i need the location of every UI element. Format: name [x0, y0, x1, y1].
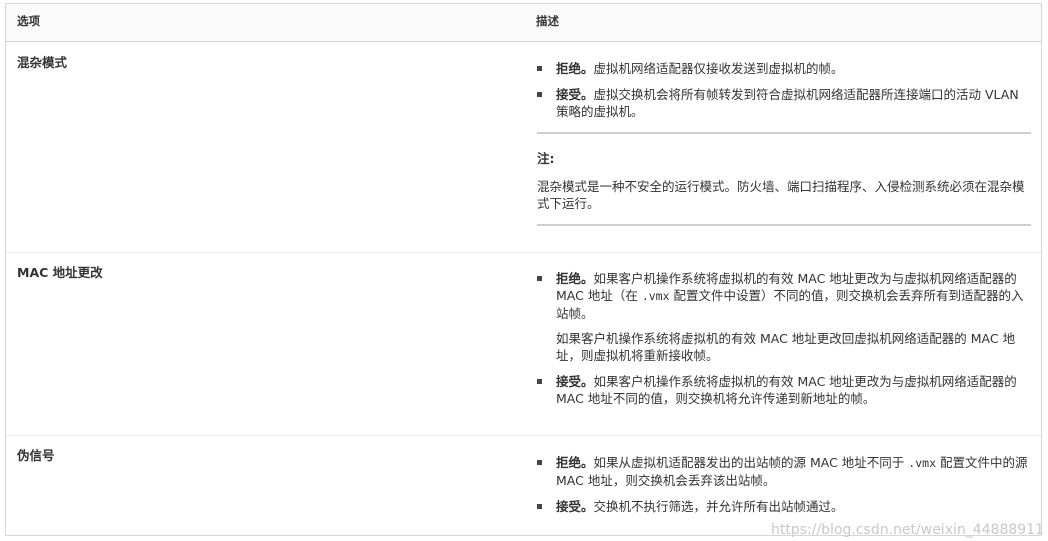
bullet-text: 虚拟机网络适配器仅接收发送到虚拟机的帧。 [593, 61, 844, 76]
bullet-text: 虚拟交换机会将所有帧转发到符合虚拟机网络适配器所连接端口的活动 VLAN 策略的… [556, 87, 1019, 119]
reject-label: 拒绝。 [556, 455, 594, 470]
reject-label: 拒绝。 [556, 271, 594, 286]
options-table: 选项 描述 混杂模式 拒绝。虚拟机网络适配器仅接收发送到虚拟机的帧。 接受。虚拟… [5, 3, 1042, 536]
list-item: 接受。交换机不执行筛选，并允许所有出站帧通过。 [537, 498, 1034, 515]
bullet-text: 如果客户机操作系统将虚拟机的有效 MAC 地址更改为与虚拟机网络适配器的 MAC… [556, 374, 1017, 406]
list-item: 拒绝。虚拟机网络适配器仅接收发送到虚拟机的帧。 [537, 60, 1034, 77]
watermark: https://blog.csdn.net/weixin_44888911 [770, 522, 1044, 538]
reject-label: 拒绝。 [556, 61, 594, 76]
list-item: 拒绝。如果从虚拟机适配器发出的出站帧的源 MAC 地址不同于 .vmx 配置文件… [537, 454, 1034, 489]
bullet-icon [537, 504, 542, 509]
bullet-text: 交换机不执行筛选，并允许所有出站帧通过。 [593, 499, 844, 514]
accept-label: 接受。 [556, 87, 594, 102]
list-item: 接受。如果客户机操作系统将虚拟机的有效 MAC 地址更改为与虚拟机网络适配器的 … [537, 373, 1034, 407]
code-vmx: .vmx [641, 289, 670, 303]
bullet-icon [537, 276, 542, 281]
bullet-paragraph: 如果客户机操作系统将虚拟机的有效 MAC 地址更改回虚拟机网络适配器的 MAC … [556, 331, 1016, 363]
code-vmx: .vmx [908, 456, 936, 470]
bullet-icon [537, 379, 542, 384]
option-name: MAC 地址更改 [17, 265, 103, 280]
bullet-icon [537, 460, 542, 465]
option-description: 拒绝。如果从虚拟机适配器发出的出站帧的源 MAC 地址不同于 .vmx 配置文件… [537, 454, 1034, 524]
note-bottom-divider [537, 224, 1031, 226]
bullet-icon [537, 66, 542, 71]
accept-label: 接受。 [556, 374, 594, 389]
option-name: 伪信号 [17, 448, 55, 463]
accept-label: 接受。 [556, 499, 594, 514]
option-description: 拒绝。如果客户机操作系统将虚拟机的有效 MAC 地址更改为与虚拟机网络适配器的 … [537, 270, 1034, 416]
list-item: 接受。虚拟交换机会将所有帧转发到符合虚拟机网络适配器所连接端口的活动 VLAN … [537, 86, 1034, 120]
note-top-divider [537, 132, 1031, 134]
option-name: 混杂模式 [17, 55, 68, 70]
header-description: 描述 [536, 14, 559, 28]
list-item: 拒绝。如果客户机操作系统将虚拟机的有效 MAC 地址更改为与虚拟机网络适配器的 … [537, 270, 1034, 364]
note-title: 注: [537, 151, 555, 166]
bullet-text: 如果从虚拟机适配器发出的出站帧的源 MAC 地址不同于 [593, 455, 905, 470]
bullet-icon [537, 92, 542, 97]
table-header: 选项 描述 [6, 4, 1041, 42]
option-description: 拒绝。虚拟机网络适配器仅接收发送到虚拟机的帧。 接受。虚拟交换机会将所有帧转发到… [537, 60, 1034, 129]
table-row: 混杂模式 拒绝。虚拟机网络适配器仅接收发送到虚拟机的帧。 接受。虚拟交换机会将所… [6, 42, 1041, 253]
table-row: 伪信号 拒绝。如果从虚拟机适配器发出的出站帧的源 MAC 地址不同于 .vmx … [6, 435, 1041, 535]
note-text: 混杂模式是一种不安全的运行模式。防火墙、端口扫描程序、入侵检测系统必须在混杂模式… [537, 179, 1025, 211]
header-option: 选项 [17, 14, 40, 28]
table-row: MAC 地址更改 拒绝。如果客户机操作系统将虚拟机的有效 MAC 地址更改为与虚… [6, 252, 1041, 436]
